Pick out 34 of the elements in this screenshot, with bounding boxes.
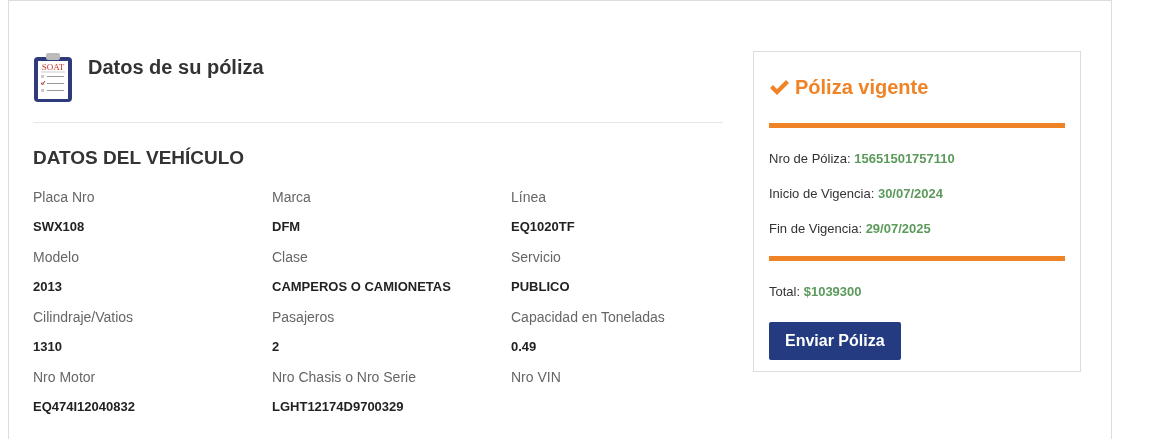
field-label: Nro VIN <box>511 369 562 385</box>
field-label: Marca <box>272 189 312 205</box>
field-label: Nro Chasis o Nro Serie <box>272 369 417 385</box>
field-value: 2013 <box>33 279 63 295</box>
field-label: Capacidad en Toneladas <box>511 309 666 325</box>
field-label: Servicio <box>511 249 562 265</box>
field-label: Nro Motor <box>33 369 97 385</box>
field-label: Modelo <box>33 249 80 265</box>
field-label: Línea <box>511 189 548 205</box>
icon-label: SOAT <box>41 62 65 72</box>
policy-detail: Inicio de Vigencia: 30/07/2024 <box>769 186 944 201</box>
field-value: PUBLICO <box>511 279 571 295</box>
field-value: LGHT12174D9700329 <box>272 399 405 415</box>
field-label: Clase <box>272 249 309 265</box>
field-label: Placa Nro <box>33 189 96 205</box>
check-icon <box>769 79 789 96</box>
policy-status: Póliza vigente <box>795 76 929 99</box>
policy-detail: Nro de Póliza: 15651501757110 <box>769 151 956 166</box>
policy-detail: Fin de Vigencia: 29/07/2025 <box>769 221 932 236</box>
field-value: 0.49 <box>511 339 538 355</box>
field-label: Cilindraje/Vatios <box>33 309 135 325</box>
send-policy-button[interactable]: Enviar Póliza <box>769 322 901 360</box>
field-label: Pasajeros <box>272 309 336 325</box>
field-value: EQ1020TF <box>511 219 576 235</box>
field-value: 2 <box>272 339 281 355</box>
policy-total: Total: $1039300 <box>769 284 863 299</box>
section-title: DATOS DEL VEHÍCULO <box>33 147 246 169</box>
page-title: Datos de su póliza <box>88 56 264 79</box>
field-value: 1310 <box>33 339 63 355</box>
field-value: SWX108 <box>33 219 86 235</box>
field-value: EQ474I12040832 <box>33 399 136 415</box>
field-value: CAMPEROS O CAMIONETAS <box>272 279 452 295</box>
field-value: DFM <box>272 219 302 235</box>
clipboard-icon <box>34 53 72 102</box>
